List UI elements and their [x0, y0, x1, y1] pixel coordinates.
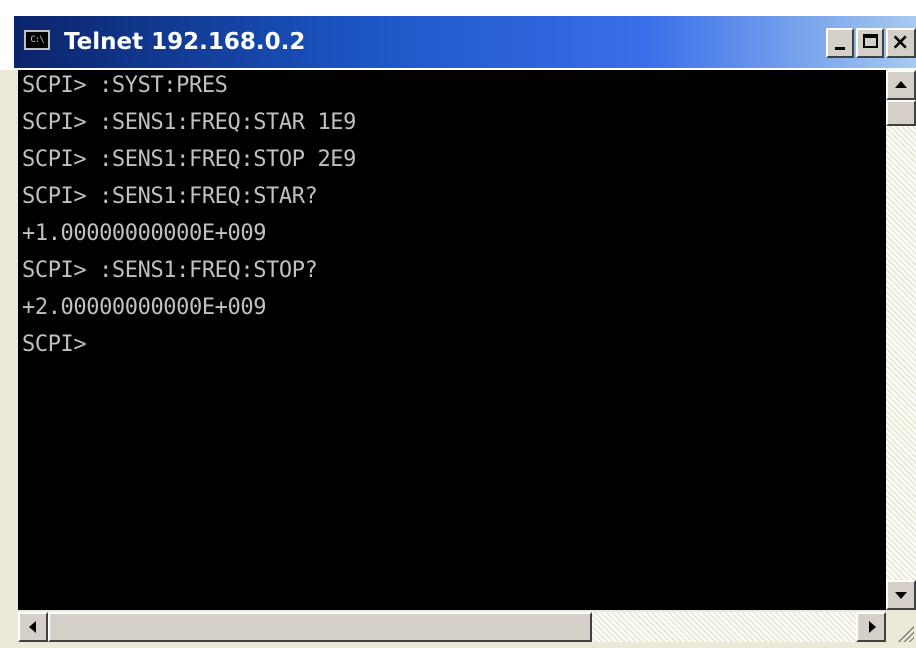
caption-buttons: ×	[826, 28, 916, 58]
window-left-border	[0, 70, 18, 648]
horizontal-scrollbar[interactable]	[18, 612, 886, 642]
console-output[interactable]: SCPI> :SYST:PRES SCPI> :SENS1:FREQ:STAR …	[18, 70, 886, 610]
close-icon: ×	[891, 30, 910, 55]
resize-grip-icon	[896, 624, 914, 642]
title-bar[interactable]: C:\ Telnet 192.168.0.2 ×	[0, 0, 916, 70]
console-line: SCPI> :SENS1:FREQ:STAR?	[22, 184, 318, 209]
console-line: SCPI> :SYST:PRES	[22, 73, 228, 98]
vertical-scroll-thumb[interactable]	[886, 100, 916, 126]
window-title: Telnet 192.168.0.2	[64, 29, 306, 55]
arrow-down-icon	[895, 592, 907, 599]
arrow-up-icon	[895, 81, 907, 88]
horizontal-scroll-thumb[interactable]	[48, 612, 592, 642]
console-prompt-line: SCPI>	[22, 332, 87, 357]
scroll-up-button[interactable]	[886, 70, 916, 100]
scroll-right-button[interactable]	[856, 612, 886, 642]
title-bar-gradient[interactable]: C:\ Telnet 192.168.0.2 ×	[14, 16, 916, 68]
arrow-left-icon	[29, 621, 36, 633]
maximize-icon	[863, 34, 878, 48]
resize-grip[interactable]	[886, 612, 916, 648]
scroll-left-button[interactable]	[18, 612, 48, 642]
maximize-button[interactable]	[856, 28, 884, 58]
minimize-button[interactable]	[826, 28, 854, 58]
console-line: +2.00000000000E+009	[22, 295, 267, 320]
arrow-right-icon	[869, 621, 876, 633]
scroll-down-button[interactable]	[886, 580, 916, 610]
console-line: SCPI> :SENS1:FREQ:STOP?	[22, 258, 318, 283]
console-line: SCPI> :SENS1:FREQ:STOP 2E9	[22, 147, 356, 172]
console-line: SCPI> :SENS1:FREQ:STAR 1E9	[22, 110, 356, 135]
close-button[interactable]: ×	[886, 28, 916, 58]
console-app-icon[interactable]: C:\	[24, 30, 50, 50]
minimize-icon	[835, 47, 845, 50]
vertical-scrollbar[interactable]	[886, 70, 916, 610]
telnet-window: C:\ Telnet 192.168.0.2 × SCPI> :SYST:PRE…	[0, 0, 916, 648]
console-line: +1.00000000000E+009	[22, 221, 267, 246]
